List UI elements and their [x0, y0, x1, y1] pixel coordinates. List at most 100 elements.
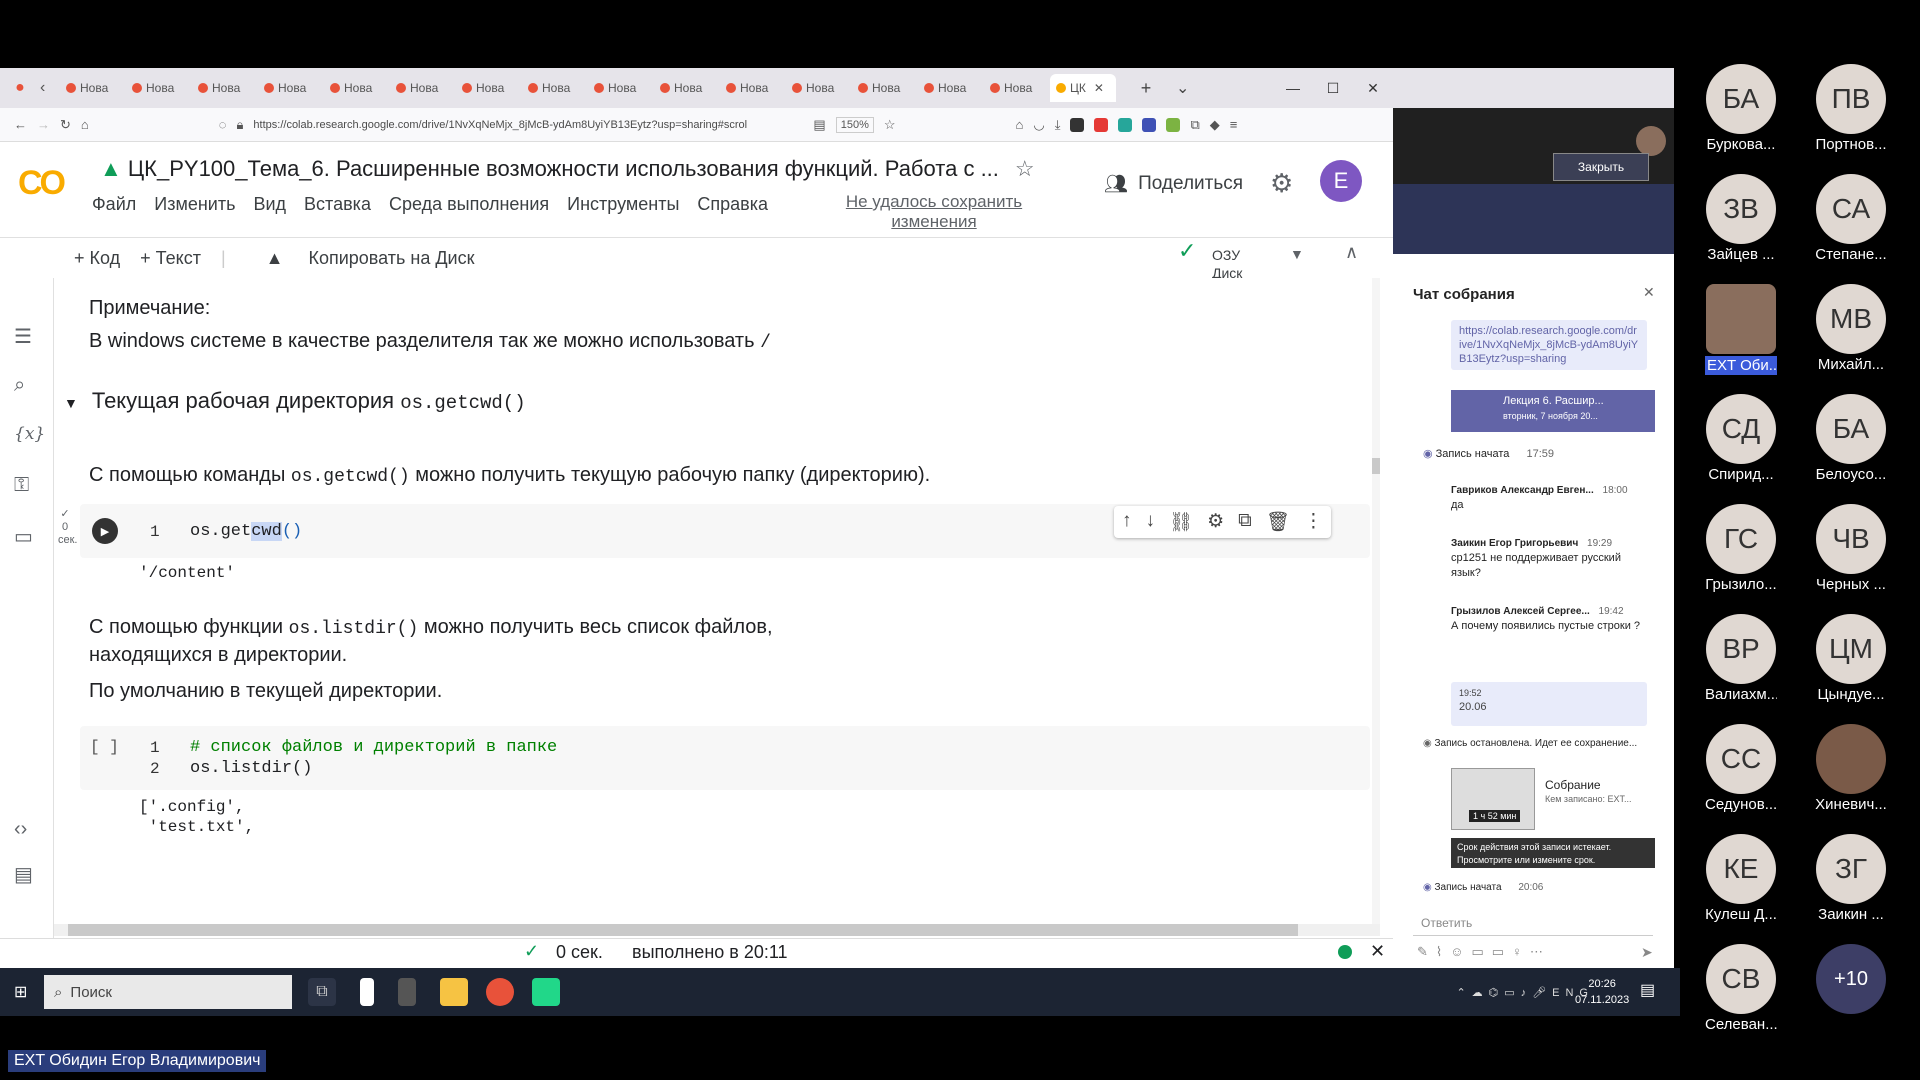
browser-tab[interactable]: Нова [324, 74, 390, 102]
browser-tab[interactable]: Нова [390, 74, 456, 102]
adblock-icon[interactable] [1094, 117, 1109, 132]
share-button[interactable]: 👥︎ Поделиться [1104, 172, 1243, 196]
windows-start-icon[interactable]: ⊞ [14, 982, 27, 1002]
calculator-icon[interactable] [398, 978, 416, 1006]
collapse-icon[interactable]: ▼ [64, 395, 78, 411]
browser-tab[interactable]: Нова [786, 74, 852, 102]
section-heading[interactable]: ▼ Текущая рабочая директория os.getcwd() [64, 388, 526, 414]
chevron-left-icon[interactable]: ‹ [40, 79, 60, 97]
recording-card[interactable]: 1 ч 52 мин Собрание Кем записано: EXT... [1451, 768, 1651, 836]
lecture-card[interactable]: Лекция 6. Расшир... вторник, 7 ноября 20.… [1451, 390, 1655, 432]
minimize-icon[interactable]: — [1273, 80, 1313, 96]
add-text-button[interactable]: + Текст [140, 248, 201, 269]
variables-icon[interactable]: {x} [14, 424, 45, 444]
browser-tab[interactable]: Нова [522, 74, 588, 102]
send-icon[interactable]: ➤ [1641, 944, 1653, 961]
menu-item[interactable]: Файл [92, 194, 136, 215]
extension-icon[interactable] [1118, 117, 1133, 132]
participant-tile[interactable]: ЗГ Заикин ... [1815, 834, 1887, 923]
arrow-down-icon[interactable]: ↓ [1146, 510, 1156, 534]
bookmark-icon[interactable]: ⌂ [1016, 117, 1024, 132]
participant-tile[interactable]: ЧВ Черных ... [1815, 504, 1887, 593]
clock[interactable]: 20:26 07.11.2023 [1575, 976, 1629, 1008]
download-icon[interactable]: ⤓ [1055, 117, 1061, 133]
menu-item[interactable]: Вставка [304, 194, 371, 215]
browser-tab[interactable]: Нова [126, 74, 192, 102]
trash-icon[interactable]: 🗑︎ [1266, 510, 1290, 534]
pycharm-icon[interactable] [532, 978, 560, 1006]
participant-tile[interactable]: ЦМ Цындуе... [1815, 614, 1887, 703]
pocket-icon[interactable]: ◡ [1033, 117, 1044, 133]
menu-item[interactable]: Среда выполнения [389, 194, 549, 215]
forward-icon[interactable]: → [37, 117, 50, 132]
notebook-title[interactable]: ▲ ЦК_PY100_Тема_6. Расширенные возможнос… [100, 156, 1035, 182]
lock-icon[interactable]: 🔒︎ [237, 117, 244, 133]
chevron-up-icon[interactable]: ∧ [1345, 242, 1358, 263]
participant-tile[interactable]: EXT Оби... [1705, 284, 1777, 375]
browser-tab[interactable]: Нова [258, 74, 324, 102]
code-comment[interactable]: # список файлов и директорий в папке [190, 738, 557, 757]
link-icon[interactable]: ⛓ [1169, 510, 1193, 534]
participant-tile[interactable]: КЕ Кулеш Д... [1705, 834, 1777, 923]
menu-item[interactable]: Справка [697, 194, 768, 215]
vertical-scrollbar[interactable] [1372, 278, 1380, 924]
participant-tile[interactable]: СС Седунов... [1705, 724, 1777, 813]
browser-tab[interactable]: Нова [60, 74, 126, 102]
extension-icon[interactable]: ◆ [1210, 117, 1220, 133]
firefox-icon[interactable]: ● [0, 79, 40, 97]
reload-icon[interactable]: ↻ [60, 117, 71, 133]
horizontal-scrollbar[interactable] [54, 924, 1380, 936]
run-cell-button[interactable]: ▶ [92, 518, 118, 544]
extension-icon[interactable] [1070, 117, 1085, 132]
browser-tab[interactable]: Нова [588, 74, 654, 102]
puzzle-icon[interactable]: ⧉ [1190, 117, 1199, 133]
reader-icon[interactable]: ▤ [813, 117, 825, 133]
arrow-up-icon[interactable]: ↑ [1122, 510, 1132, 534]
participant-tile[interactable]: ГС Грызило... [1705, 504, 1777, 593]
close-icon[interactable]: ✕ [1643, 284, 1655, 301]
mirror-cell-icon[interactable]: ⧉ [1238, 510, 1252, 534]
menu-item[interactable]: Инструменты [567, 194, 679, 215]
avatar[interactable] [1636, 126, 1666, 156]
expire-notice[interactable]: Срок действия этой записи истекает. Прос… [1451, 838, 1655, 868]
browser-tab[interactable]: Нова [654, 74, 720, 102]
participant-tile[interactable]: СД Спирид... [1705, 394, 1777, 483]
new-tab-icon[interactable]: + [1116, 78, 1176, 99]
resources-indicator[interactable]: ОЗУ Диск [1212, 246, 1242, 282]
folder-icon[interactable]: ▭ [14, 524, 33, 549]
menu-item[interactable]: Вид [253, 194, 286, 215]
key-icon[interactable]: ⚿ [14, 474, 29, 497]
tab-list-icon[interactable]: ⌄ [1176, 78, 1206, 98]
participant-tile[interactable]: Хиневич... [1815, 724, 1887, 813]
close-window-icon[interactable]: ✕ [1353, 80, 1393, 97]
code-line[interactable]: os.listdir() [190, 759, 312, 778]
participant-tile[interactable]: ВР Валиахм... [1705, 614, 1777, 703]
zoom-badge[interactable]: 150% [835, 116, 874, 133]
notepad-icon[interactable] [360, 978, 374, 1006]
gear-icon[interactable]: ⚙ [1207, 510, 1224, 534]
star-icon[interactable]: ☆ [1015, 156, 1035, 181]
colab-logo[interactable]: CO [18, 164, 66, 203]
browser-tab[interactable]: Нова [984, 74, 1050, 102]
compose-toolbar[interactable]: ✎⌇☺▭▭♀⋯ [1417, 944, 1551, 960]
star-icon[interactable]: ☆ [884, 117, 896, 133]
copy-to-drive-button[interactable]: ▲ Копировать на Диск [246, 248, 475, 269]
dropdown-icon[interactable]: ▼ [1290, 246, 1304, 262]
close-button[interactable]: Закрыть [1553, 153, 1649, 181]
close-icon[interactable]: ✕ [1370, 941, 1385, 962]
add-code-button[interactable]: + Код [74, 248, 120, 269]
search-icon[interactable]: ⌕ [14, 374, 25, 397]
save-warning-link[interactable]: Не удалось сохранить изменения [834, 192, 1034, 232]
code-line[interactable]: os.getcwd() [190, 522, 302, 541]
participant-tile[interactable]: БА Буркова... [1705, 64, 1777, 153]
participant-tile[interactable]: СА Степане... [1815, 174, 1887, 263]
browser-tab[interactable]: Нова [852, 74, 918, 102]
more-icon[interactable]: ⋮ [1304, 510, 1323, 534]
code-snippets-icon[interactable]: ‹› [14, 818, 27, 841]
url-input[interactable]: https://colab.research.google.com/drive/… [253, 119, 803, 131]
home-icon[interactable]: ⌂ [81, 117, 89, 132]
browser-tab[interactable]: Нова [192, 74, 258, 102]
system-tray[interactable]: ⌃☁⌬▭♪🎤︎ENG [1456, 986, 1594, 999]
browser-tab[interactable]: Нова [918, 74, 984, 102]
task-view-icon[interactable]: ⧉ [308, 978, 336, 1006]
